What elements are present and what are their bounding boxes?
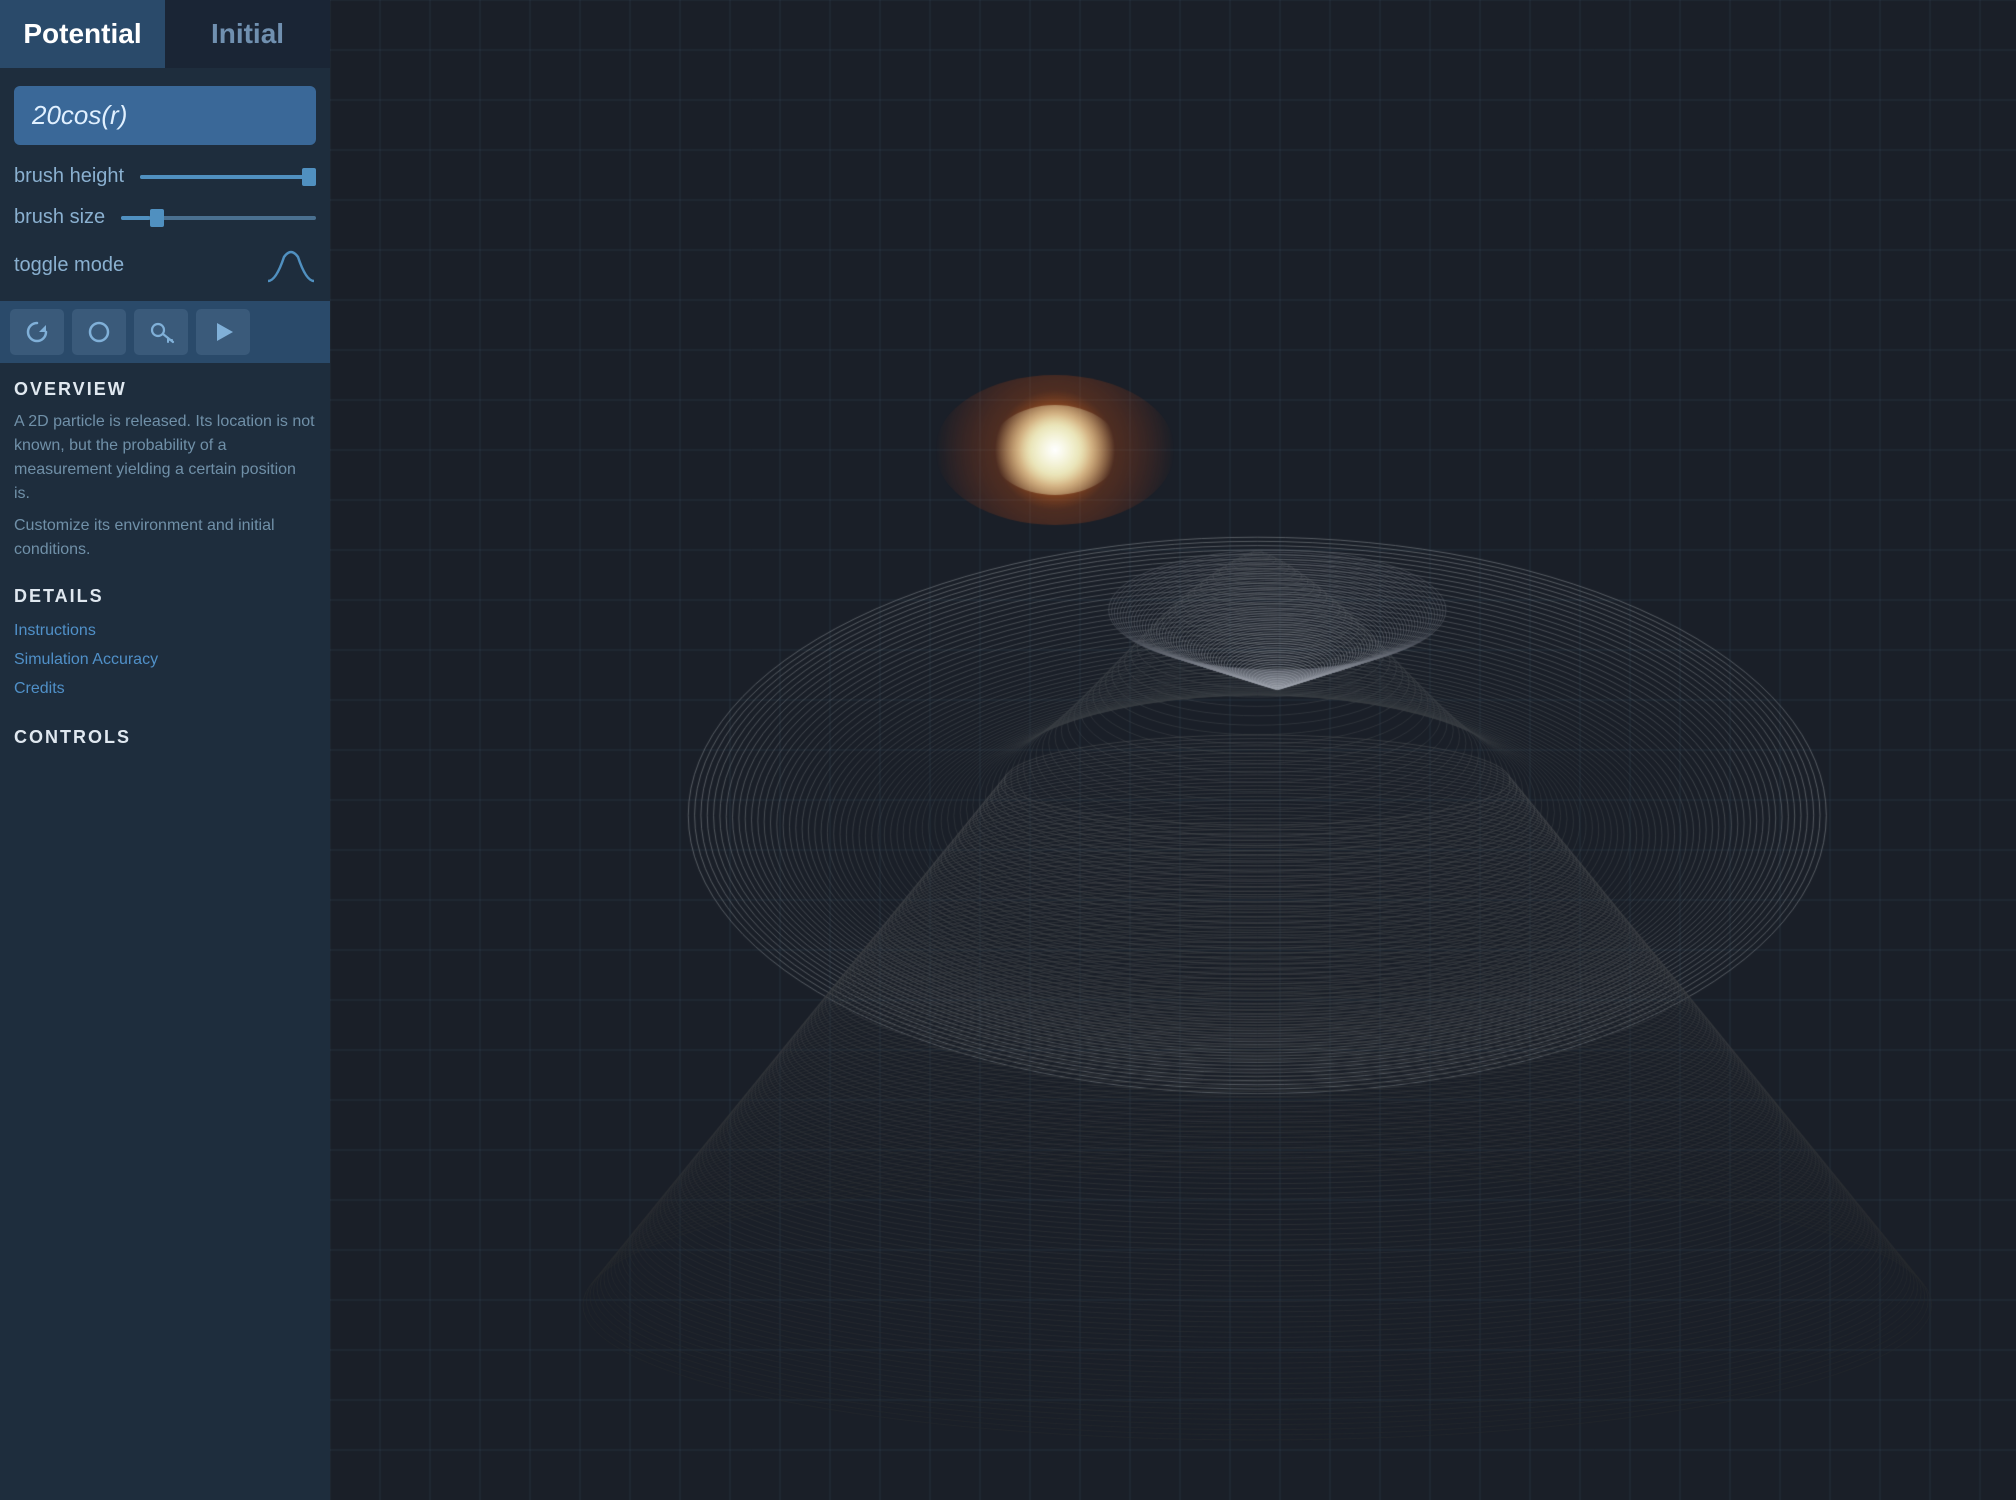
visualization-container xyxy=(330,0,2016,1500)
left-panel: Potential Initial 20cos(r) brush height … xyxy=(0,0,330,1500)
key-button[interactable] xyxy=(134,309,188,355)
brush-height-track xyxy=(140,175,316,179)
bell-curve-icon xyxy=(266,247,316,283)
tab-bar: Potential Initial xyxy=(0,0,330,68)
brush-size-row: brush size xyxy=(14,206,316,229)
reset-icon xyxy=(23,318,51,346)
controls-section: brush height brush size toggle mode xyxy=(0,155,330,293)
brush-height-thumb[interactable] xyxy=(302,168,316,186)
tab-potential[interactable]: Potential xyxy=(0,0,165,68)
canvas-area[interactable] xyxy=(330,0,2016,1500)
tab-initial[interactable]: Initial xyxy=(165,0,330,68)
brush-height-slider[interactable] xyxy=(140,173,316,181)
brush-size-slider[interactable] xyxy=(121,214,316,222)
toggle-mode-icon[interactable] xyxy=(266,247,316,283)
details-title: DETAILS xyxy=(14,586,316,607)
brush-height-fill xyxy=(140,175,316,179)
toggle-mode-label: toggle mode xyxy=(14,254,124,277)
formula-text: 20cos(r) xyxy=(32,100,127,130)
brush-size-label: brush size xyxy=(14,206,105,229)
link-instructions[interactable]: Instructions xyxy=(14,617,316,646)
wave-visualization xyxy=(330,0,2016,1500)
link-credits[interactable]: Credits xyxy=(14,675,316,704)
controls-title: CONTROLS xyxy=(14,727,316,748)
overview-title: OVERVIEW xyxy=(14,379,316,400)
text-sections: OVERVIEW A 2D particle is released. Its … xyxy=(0,363,330,1500)
brush-size-thumb[interactable] xyxy=(150,209,164,227)
reset-button[interactable] xyxy=(10,309,64,355)
toggle-mode-row: toggle mode xyxy=(14,247,316,283)
link-simulation-accuracy[interactable]: Simulation Accuracy xyxy=(14,646,316,675)
brush-height-label: brush height xyxy=(14,165,124,188)
brush-size-fill xyxy=(121,216,150,220)
formula-box[interactable]: 20cos(r) xyxy=(14,86,316,145)
play-button[interactable] xyxy=(196,309,250,355)
overview-body1: A 2D particle is released. Its location … xyxy=(14,410,316,506)
play-icon xyxy=(209,318,237,346)
toolbar xyxy=(0,301,330,363)
brush-height-row: brush height xyxy=(14,165,316,188)
key-icon xyxy=(147,318,175,346)
overview-body2: Customize its environment and initial co… xyxy=(14,514,316,562)
circle-icon xyxy=(85,318,113,346)
circle-button[interactable] xyxy=(72,309,126,355)
